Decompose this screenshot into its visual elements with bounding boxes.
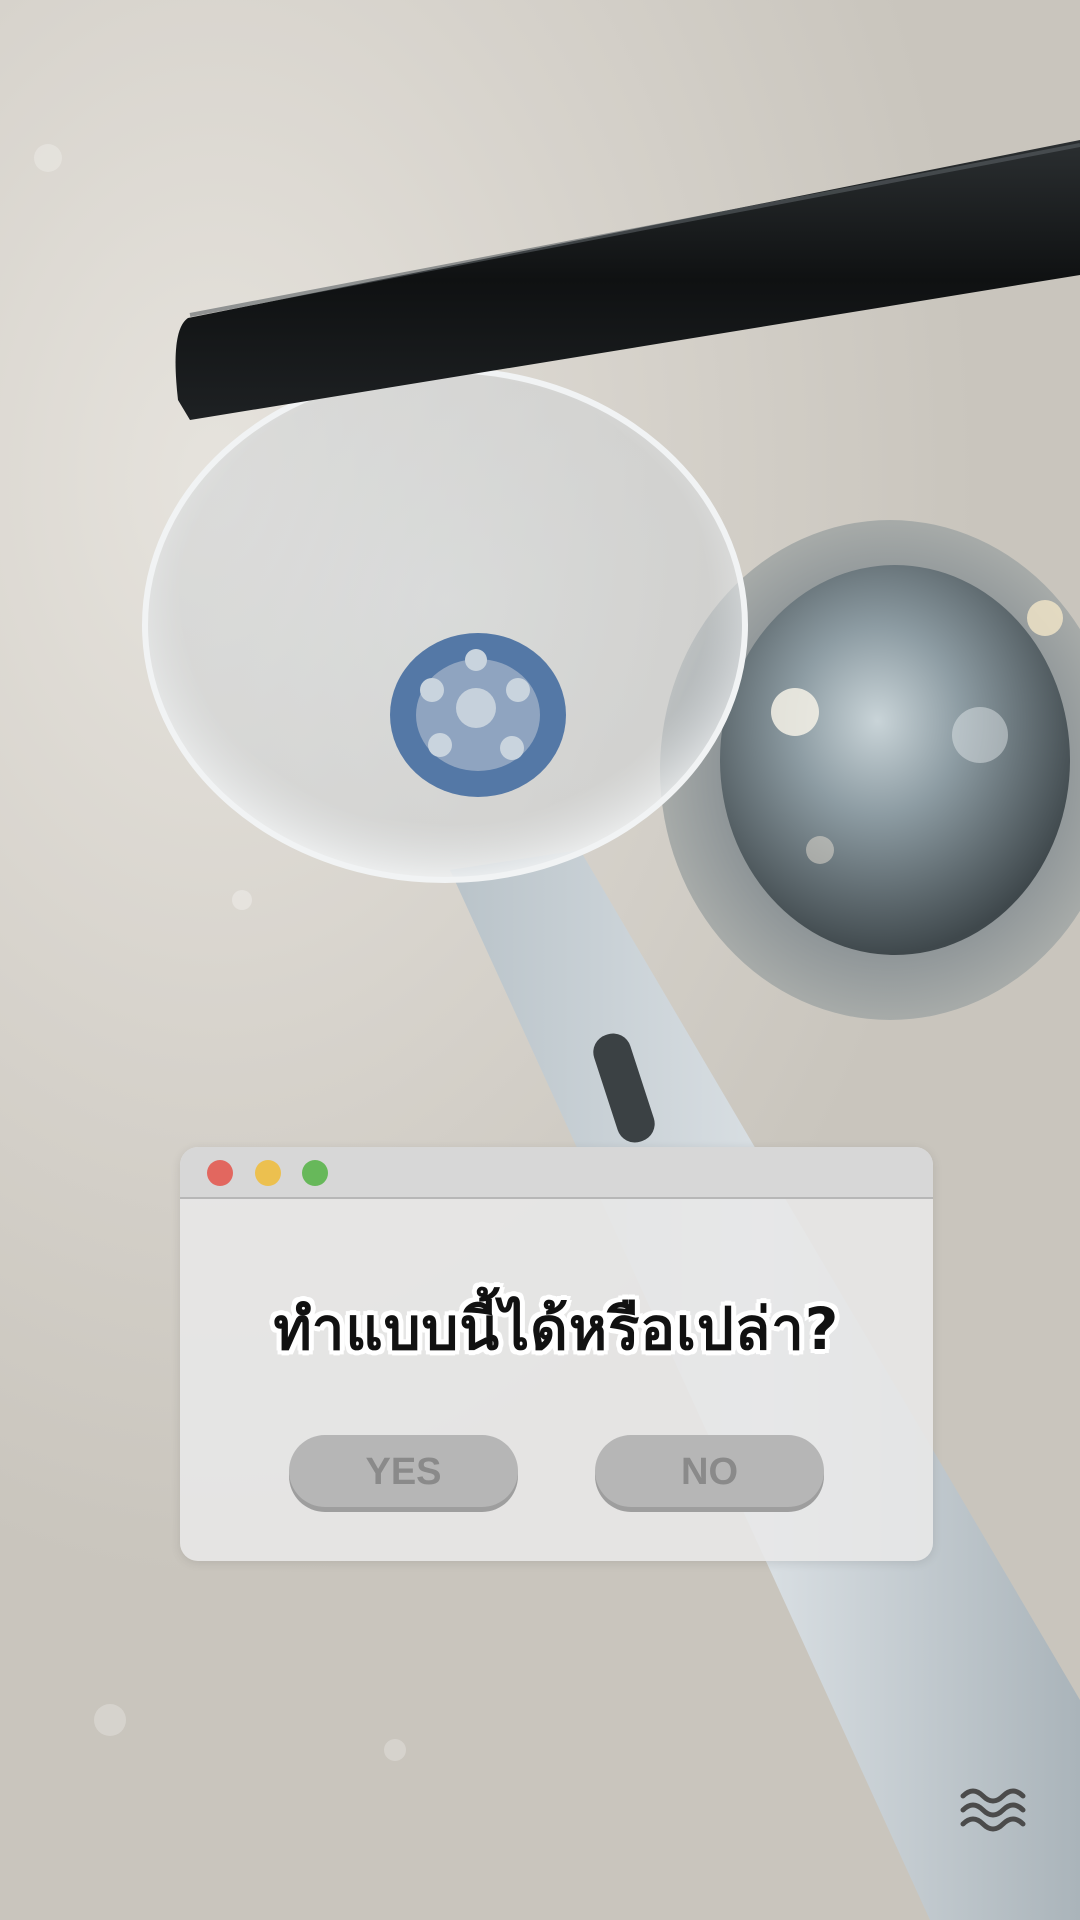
confirm-dialog: ทำแบบนี้ได้หรือเปล่า? YES NO — [180, 1147, 933, 1561]
no-button[interactable]: NO — [595, 1435, 824, 1507]
background-photo — [0, 0, 1080, 1920]
dialog-question: ทำแบบนี้ได้หรือเปล่า? — [273, 1295, 840, 1363]
wave-logo-icon — [958, 1782, 1028, 1834]
yes-button[interactable]: YES — [289, 1435, 518, 1507]
close-window-button[interactable] — [207, 1160, 233, 1186]
minimize-window-button[interactable] — [255, 1160, 281, 1186]
dialog-titlebar — [180, 1147, 933, 1199]
zoom-window-button[interactable] — [302, 1160, 328, 1186]
